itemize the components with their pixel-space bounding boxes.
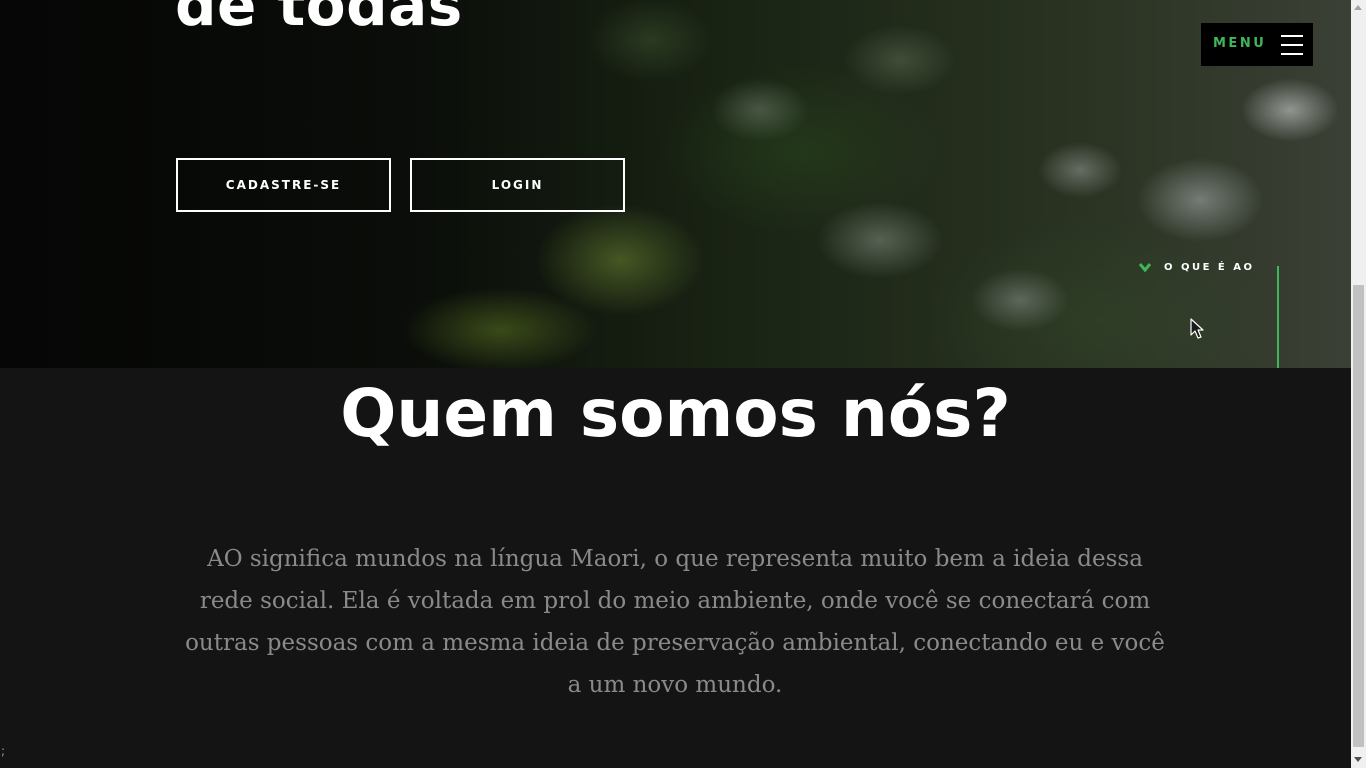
vertical-scrollbar[interactable] xyxy=(1351,0,1366,768)
hero-heading: de todas xyxy=(175,0,463,39)
menu-button[interactable]: MENU xyxy=(1201,23,1313,66)
scrollbar-thumb[interactable] xyxy=(1353,285,1364,747)
menu-label: MENU xyxy=(1213,36,1267,51)
chevron-down-icon xyxy=(1138,263,1152,273)
about-section: Quem somos nós? AO significa mundos na l… xyxy=(0,368,1351,768)
stray-text: ; xyxy=(1,744,6,758)
scroll-up-arrow-icon[interactable] xyxy=(1354,5,1362,10)
page: de todas CADASTRE-SE LOGIN MENU O QUE É … xyxy=(0,0,1351,768)
scroll-to-about-link[interactable]: O QUE É AO xyxy=(1138,261,1254,273)
mouse-cursor-icon xyxy=(1190,318,1204,339)
about-title: Quem somos nós? xyxy=(340,375,1011,452)
scroll-link-label: O QUE É AO xyxy=(1164,261,1255,273)
register-button[interactable]: CADASTRE-SE xyxy=(176,158,391,212)
scroll-down-arrow-icon[interactable] xyxy=(1354,757,1362,762)
hero-section: de todas CADASTRE-SE LOGIN MENU O QUE É … xyxy=(0,0,1351,368)
scroll-indicator-line xyxy=(1277,266,1279,368)
login-button[interactable]: LOGIN xyxy=(410,158,625,212)
about-description: AO significa mundos na língua Maori, o q… xyxy=(185,546,1165,698)
hamburger-icon xyxy=(1281,35,1303,55)
